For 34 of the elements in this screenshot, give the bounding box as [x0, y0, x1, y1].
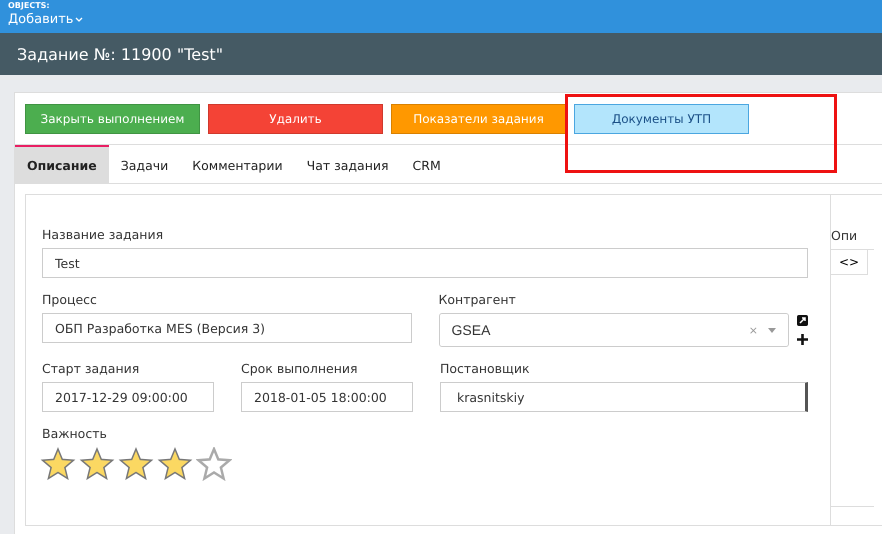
field-label: Важность — [42, 426, 108, 441]
action-button[interactable]: Документы УТП — [574, 104, 749, 134]
field-label: Старт задания — [42, 361, 140, 376]
tab[interactable]: Задачи — [108, 145, 180, 183]
field-label: Название задания — [42, 227, 164, 242]
plus-icon[interactable] — [797, 334, 808, 345]
tab[interactable]: CRM — [400, 145, 453, 183]
tab[interactable]: Чат задания — [294, 145, 401, 183]
star-icon[interactable] — [79, 447, 115, 481]
tab[interactable]: Описание — [15, 145, 109, 183]
field-label: Опи — [831, 228, 858, 243]
objects-label: OBJECTS: — [8, 0, 50, 10]
input-field[interactable]: 2017-12-29 09:00:00 — [42, 382, 214, 412]
field-label: Постановщик — [440, 361, 530, 376]
external-link-icon[interactable] — [797, 315, 808, 326]
input-field[interactable]: Test — [42, 248, 808, 278]
editor-area[interactable]: <> — [831, 249, 874, 507]
input-field[interactable]: krasnitskiy — [440, 382, 808, 412]
action-button[interactable]: Удалить — [208, 104, 383, 134]
chevron-down-icon — [75, 16, 84, 22]
page-title: Задание №: 11900 "Test" — [17, 44, 224, 64]
star-icon[interactable] — [157, 447, 193, 481]
source-button[interactable]: <> — [831, 250, 868, 275]
star-icon[interactable] — [196, 447, 232, 481]
field-label: Срок выполнения — [241, 361, 359, 376]
caret-icon — [768, 328, 776, 332]
input-field[interactable]: ОБП Разработка MES (Версия 3) — [42, 313, 412, 343]
tab[interactable]: Комментарии — [180, 145, 295, 183]
field-label: Контрагент — [438, 292, 517, 307]
field-label: Процесс — [42, 292, 98, 307]
select-field[interactable]: GSEA × — [438, 313, 789, 347]
star-icon[interactable] — [118, 447, 154, 481]
input-field[interactable]: 2018-01-05 18:00:00 — [241, 382, 413, 412]
star-icon[interactable] — [40, 447, 76, 481]
